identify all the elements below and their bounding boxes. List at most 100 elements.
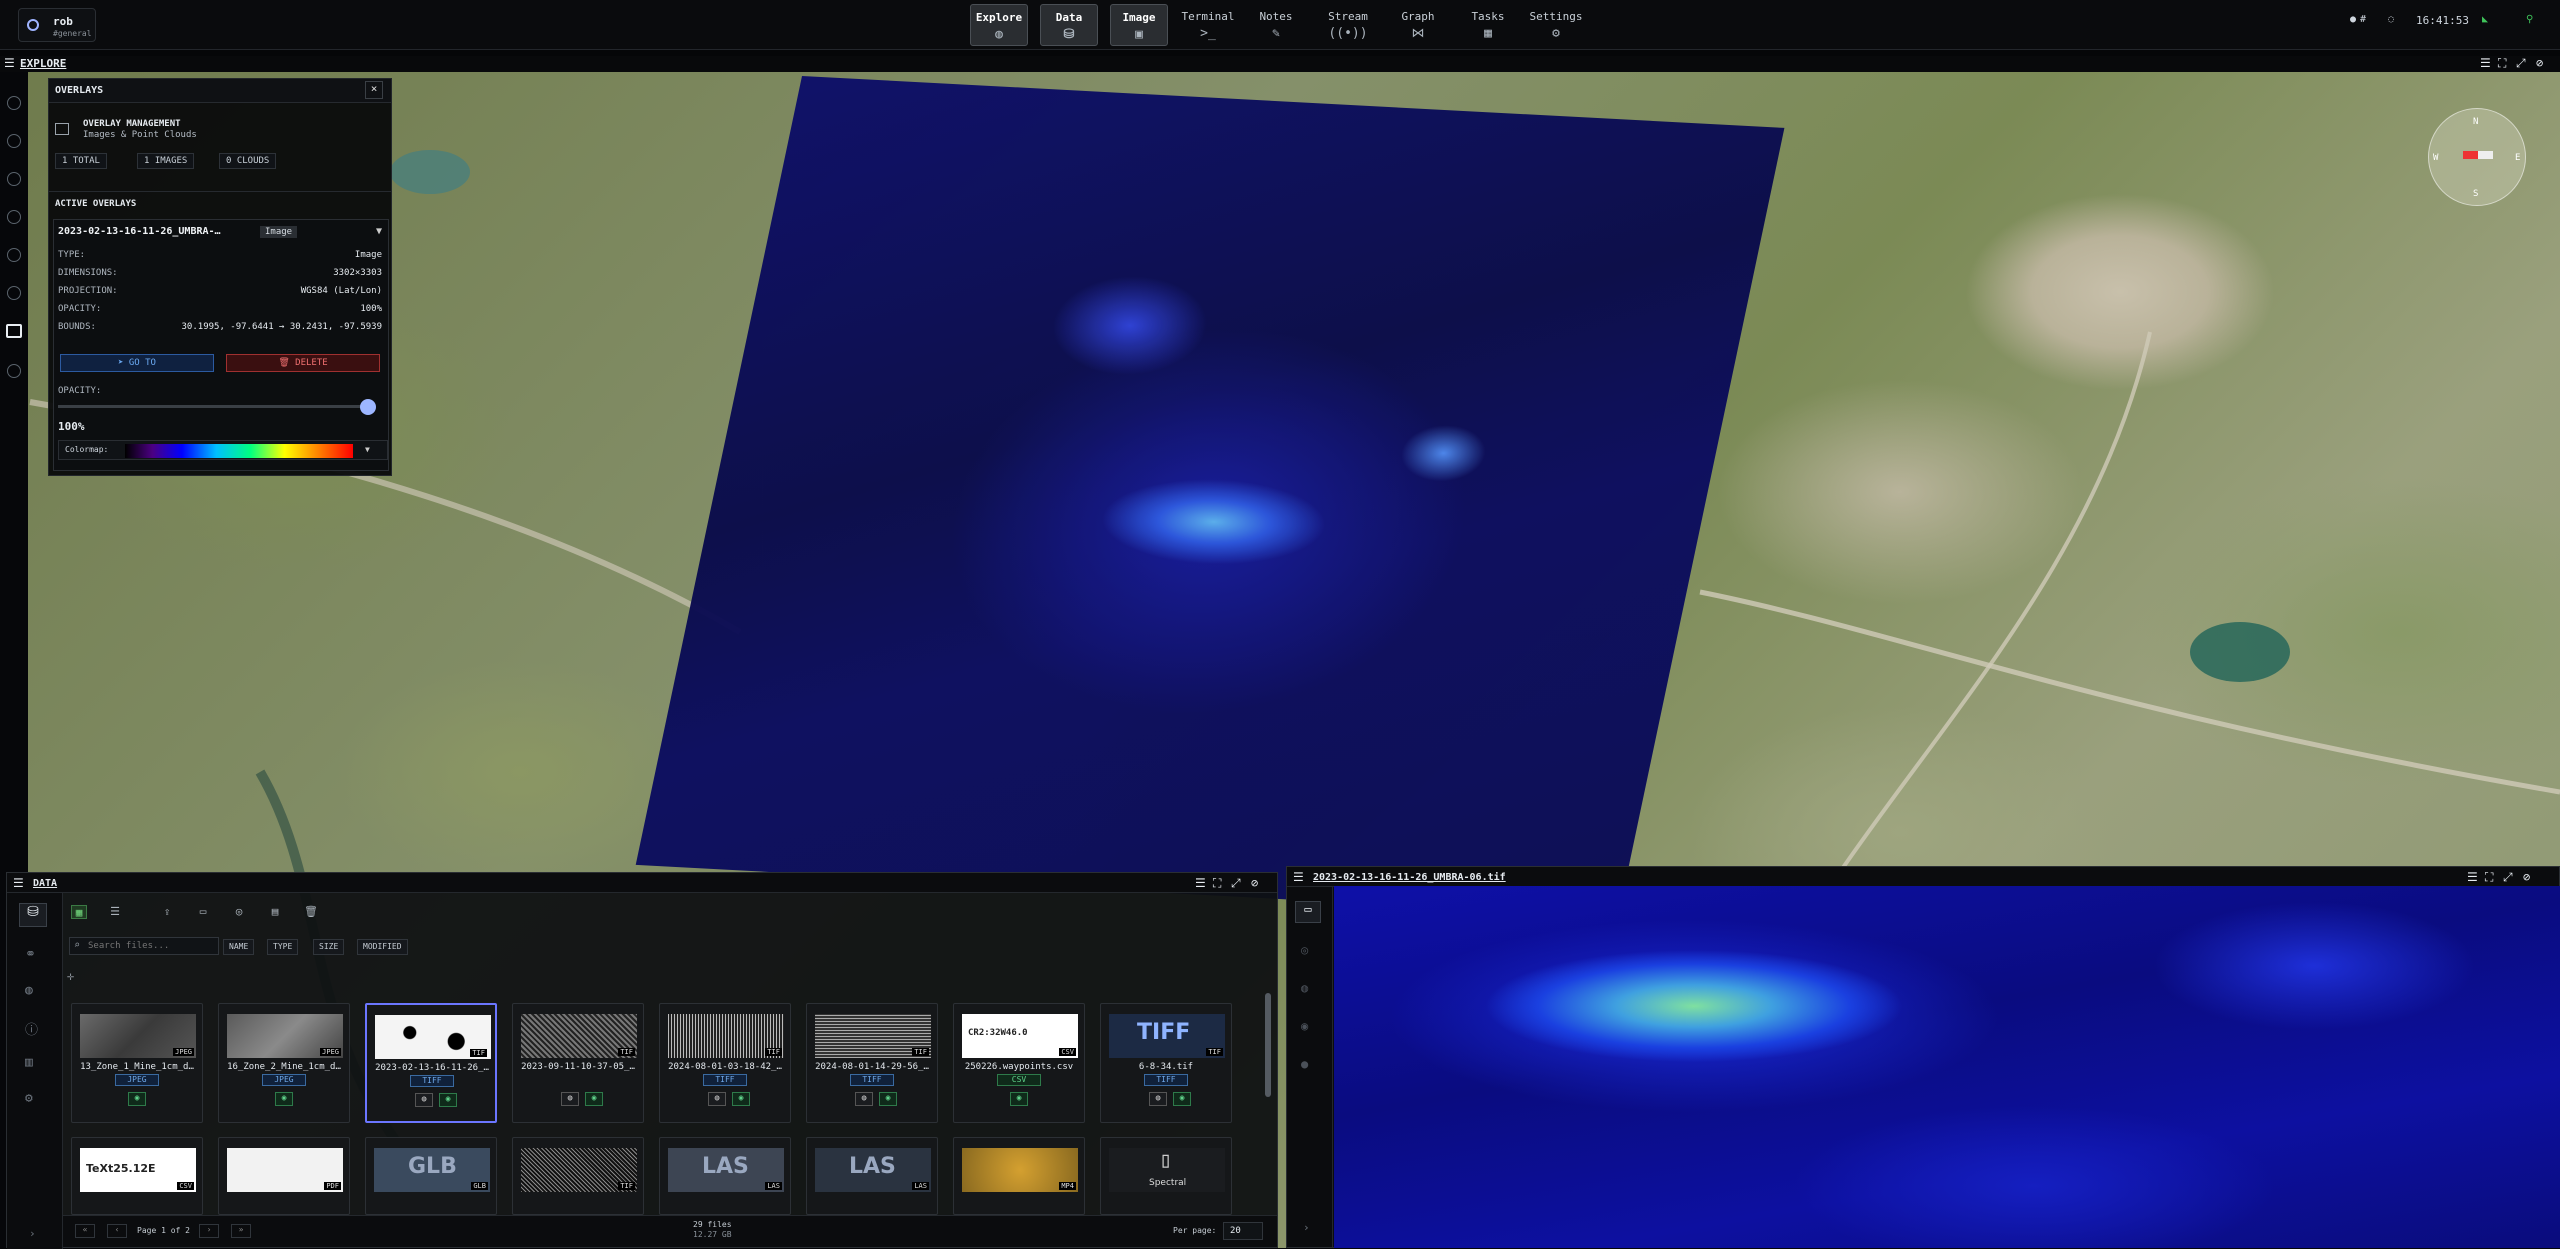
expand-icon[interactable]: ⤢ [2516,56,2526,71]
close-icon[interactable]: × [365,81,383,99]
list-view-icon[interactable]: ☰ [107,905,123,919]
globe-icon[interactable]: ◍ [25,983,33,998]
grid-view-icon[interactable]: ▦ [71,905,87,919]
upload-icon[interactable]: ⇪ [159,905,175,919]
menu-icon[interactable]: ☰ [1195,876,1206,890]
menu-icon[interactable]: ☰ [1293,870,1304,884]
overlay-item[interactable]: 2023-02-13-16-11-26_UMBRA-… Image ▼ TYPE… [53,219,389,471]
broadcast-icon[interactable]: ◉ [1301,1019,1308,1033]
layers-icon[interactable]: ● [1301,1057,1308,1071]
next-page-button[interactable]: › [199,1224,219,1238]
chat-icon[interactable]: ◌ [2388,14,2394,25]
chart-icon[interactable]: ▥ [25,1055,33,1070]
prev-page-button[interactable]: ‹ [107,1224,127,1238]
brand-badge[interactable]: rob #general [18,8,96,42]
globe-icon[interactable]: ◍ [415,1093,433,1107]
expand-icon[interactable]: ⤢ [2503,870,2513,885]
search-icon[interactable] [7,96,21,110]
menu-icon[interactable]: ☰ [13,876,24,890]
search-input[interactable] [88,939,216,953]
info-icon[interactable]: ⓘ [25,1019,38,1038]
sort-modified-button[interactable]: MODIFIED [357,939,408,955]
file-card[interactable]: MP4 [953,1137,1085,1215]
nav-graph[interactable]: Graph ⋈ [1390,4,1446,46]
globe-icon[interactable]: ◍ [855,1092,873,1106]
colormap-select[interactable]: Colormap: ▼ [58,440,388,460]
fit-icon[interactable]: ⛶ [1213,876,1221,891]
eye-icon[interactable]: ◉ [879,1092,897,1106]
menu-icon[interactable]: ☰ [2480,56,2491,70]
database-icon[interactable]: ⛁ [19,903,47,927]
eye-icon[interactable]: ◉ [439,1093,457,1107]
collapse-icon[interactable]: ▼ [376,226,382,237]
hide-icon[interactable]: ⊘ [2523,870,2530,884]
file-card[interactable]: JPEG 16_Zone_2_Mine_1cm_d… JPEG ◉ [218,1003,350,1123]
compass[interactable]: N E S W [2428,108,2526,206]
nav-settings[interactable]: Settings ⚙ [1526,4,1586,46]
file-card[interactable]: TIF 2023-02-13-16-11-26_… TIFF ◍ ◉ [365,1003,497,1123]
file-card[interactable]: GLB GLB [365,1137,497,1215]
fit-icon[interactable]: ⛶ [2485,870,2493,885]
bookmark-icon[interactable] [7,286,21,300]
eye-icon[interactable]: ◉ [1010,1092,1028,1106]
nav-data[interactable]: Data ⛁ [1040,4,1098,46]
menu-icon[interactable]: ☰ [2467,870,2478,884]
chevron-right-icon[interactable]: › [29,1227,36,1240]
hide-icon[interactable]: ⊘ [1251,876,1258,890]
signal-icon[interactable] [7,248,21,262]
globe-icon[interactable]: ◍ [1149,1092,1167,1106]
sort-name-button[interactable]: NAME [223,939,255,955]
file-card[interactable]: Spectral ▯ [1100,1137,1232,1215]
globe-icon[interactable]: ◍ [561,1092,579,1106]
per-page-input[interactable]: 20 [1223,1222,1263,1240]
image-icon[interactable] [6,324,22,338]
hide-icon[interactable]: ⊘ [2536,56,2543,70]
sort-type-button[interactable]: TYPE [267,939,299,955]
link-icon[interactable]: ⚭ [25,947,36,962]
folder-icon[interactable]: ▭ [1295,901,1321,923]
file-card[interactable]: TIFF TIF 6-8-34.tif TIFF ◍ ◉ [1100,1003,1232,1123]
eye-icon[interactable]: ◉ [732,1092,750,1106]
gear-icon[interactable]: ⚙ [25,1091,33,1106]
nav-terminal[interactable]: Terminal >_ [1178,4,1238,46]
target-icon[interactable]: ◎ [1301,943,1308,957]
eye-icon[interactable]: ◉ [275,1092,293,1106]
nav-notes[interactable]: Notes ✎ [1248,4,1304,46]
menu-icon[interactable]: ☰ [4,56,15,70]
stack-icon[interactable] [7,210,21,224]
scrollbar[interactable] [1265,993,1271,1097]
nav-explore[interactable]: Explore ◍ [970,4,1028,46]
file-card[interactable]: TIF 2024-08-01-14-29-56_… TIFF ◍ ◉ [806,1003,938,1123]
file-card[interactable]: TIF 2024-08-01-03-18-42_… TIFF ◍ ◉ [659,1003,791,1123]
file-card[interactable]: LAS LAS [806,1137,938,1215]
file-card[interactable]: LAS LAS [659,1137,791,1215]
search-field[interactable]: ⌕ [69,937,219,955]
opacity-slider-handle[interactable] [360,399,376,415]
sort-size-button[interactable]: SIZE [313,939,345,955]
file-card[interactable]: TIF [512,1137,644,1215]
expand-icon[interactable]: ⤢ [1231,876,1241,891]
first-page-button[interactable]: « [75,1224,95,1238]
eye-icon[interactable]: ◉ [1173,1092,1191,1106]
target-icon[interactable]: ◎ [231,905,247,919]
archive-icon[interactable]: ▤ [267,905,283,919]
file-card[interactable]: PDF [218,1137,350,1215]
delete-button[interactable]: 🗑 DELETE [226,354,380,372]
nav-stream[interactable]: Stream ((•)) [1318,4,1378,46]
opacity-slider[interactable] [58,405,372,408]
last-page-button[interactable]: » [231,1224,251,1238]
chevron-right-icon[interactable]: › [1303,1221,1310,1234]
file-card[interactable]: JPEG 13_Zone_1_Mine_1cm_d… JPEG ◉ [71,1003,203,1123]
globe-icon[interactable]: ◍ [1301,981,1308,995]
eye-icon[interactable]: ◉ [128,1092,146,1106]
goto-button[interactable]: ➤ GO TO [60,354,214,372]
fit-icon[interactable]: ⛶ [2498,56,2506,71]
gear-icon[interactable] [7,364,21,378]
nav-tasks[interactable]: Tasks ▦ [1460,4,1516,46]
history-icon[interactable] [7,172,21,186]
folder-icon[interactable]: ▭ [195,905,211,919]
preview-image[interactable] [1334,886,2560,1248]
file-card[interactable]: TIF 2023-09-11-10-37-05_… ◍ ◉ [512,1003,644,1123]
file-card[interactable]: TeXt25.12E CSV [71,1137,203,1215]
globe-icon[interactable]: ◍ [708,1092,726,1106]
